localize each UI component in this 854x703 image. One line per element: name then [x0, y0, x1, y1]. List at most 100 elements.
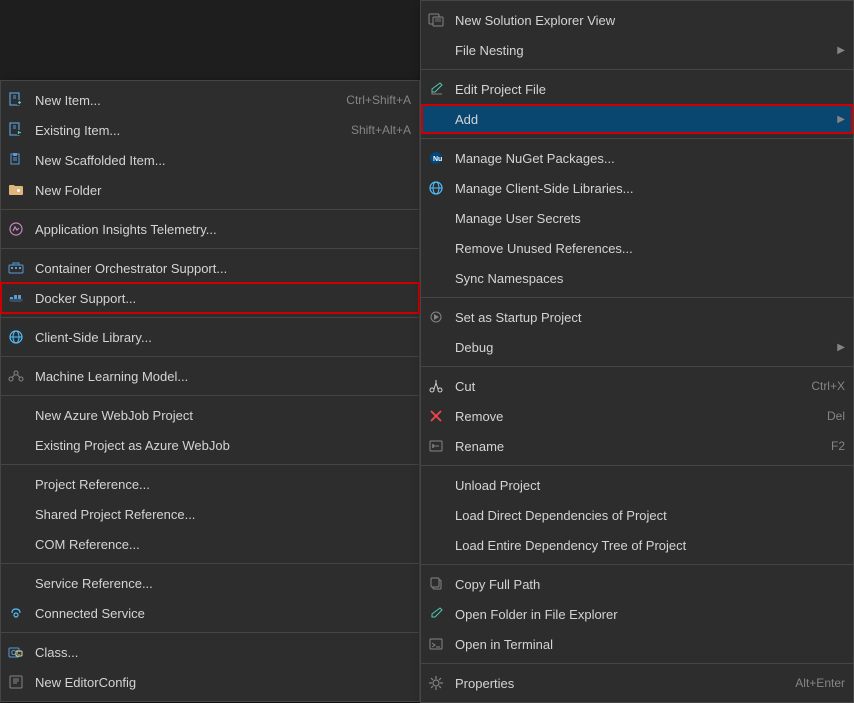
menu-item-open-folder-explorer[interactable]: Open Folder in File Explorer [421, 599, 853, 629]
remove-label: Remove [447, 409, 827, 424]
menu-item-com-reference[interactable]: COM Reference... [1, 529, 419, 559]
ml-model-label: Machine Learning Model... [27, 369, 411, 384]
menu-item-manage-client-libs[interactable]: Manage Client-Side Libraries... [421, 173, 853, 203]
menu-item-file-nesting[interactable]: File Nesting ▶ [421, 35, 853, 65]
svg-text:C: C [17, 651, 21, 657]
separator-r5 [421, 465, 853, 466]
separator-r3 [421, 297, 853, 298]
scaffolded-item-label: New Scaffolded Item... [27, 153, 411, 168]
new-folder-label: New Folder [27, 183, 411, 198]
separator-8 [1, 632, 419, 633]
menu-item-edit-project-file[interactable]: Edit Project File [421, 74, 853, 104]
menu-item-service-reference[interactable]: Service Reference... [1, 568, 419, 598]
debug-arrow: ▶ [837, 342, 845, 353]
set-startup-project-label: Set as Startup Project [447, 310, 845, 325]
menu-item-azure-webjob[interactable]: New Azure WebJob Project [1, 400, 419, 430]
new-solution-explorer-view-label: New Solution Explorer View [447, 13, 845, 28]
menu-item-class[interactable]: C# C Class... [1, 637, 419, 667]
shared-project-reference-label: Shared Project Reference... [27, 507, 411, 522]
menu-item-ml-model[interactable]: Machine Learning Model... [1, 361, 419, 391]
menu-item-app-insights[interactable]: Application Insights Telemetry... [1, 214, 419, 244]
app-insights-label: Application Insights Telemetry... [27, 222, 411, 237]
menu-item-new-solution-explorer-view[interactable]: New Solution Explorer View [421, 5, 853, 35]
menu-item-connected-service[interactable]: Connected Service [1, 598, 419, 628]
azure-webjob-label: New Azure WebJob Project [27, 408, 411, 423]
debug-label: Debug [447, 340, 829, 355]
sync-namespaces-label: Sync Namespaces [447, 271, 845, 286]
docker-icon [5, 287, 27, 309]
open-folder-explorer-icon [425, 603, 447, 625]
menu-item-sync-namespaces[interactable]: Sync Namespaces [421, 263, 853, 293]
separator-1 [1, 209, 419, 210]
load-direct-deps-label: Load Direct Dependencies of Project [447, 508, 845, 523]
menu-item-set-startup-project[interactable]: Set as Startup Project [421, 302, 853, 332]
menu-item-client-side-library[interactable]: Client-Side Library... [1, 322, 419, 352]
menu-item-existing-item[interactable]: Existing Item... Shift+Alt+A [1, 115, 419, 145]
separator-r1 [421, 69, 853, 70]
client-side-library-label: Client-Side Library... [27, 330, 411, 345]
manage-nuget-label: Manage NuGet Packages... [447, 151, 845, 166]
remove-shortcut: Del [827, 409, 845, 423]
new-item-label: New Item... [27, 93, 346, 108]
startup-project-icon [425, 306, 447, 328]
client-side-icon [5, 326, 27, 348]
menu-item-shared-project-reference[interactable]: Shared Project Reference... [1, 499, 419, 529]
menu-item-load-entire-tree[interactable]: Load Entire Dependency Tree of Project [421, 530, 853, 560]
azure-webjob-icon [5, 404, 27, 426]
menu-item-container-orchestrator[interactable]: Container Orchestrator Support... [1, 253, 419, 283]
menu-item-docker-support[interactable]: Docker Support... [1, 283, 419, 313]
menu-item-cut[interactable]: Cut Ctrl+X [421, 371, 853, 401]
new-solution-view-icon [425, 9, 447, 31]
existing-item-icon [5, 119, 27, 141]
menu-item-copy-full-path[interactable]: Copy Full Path [421, 569, 853, 599]
rename-label: Rename [447, 439, 831, 454]
new-folder-icon [5, 179, 27, 201]
menu-item-new-editorconfig[interactable]: New EditorConfig [1, 667, 419, 697]
nuget-icon: Nu [425, 147, 447, 169]
app-insights-icon [5, 218, 27, 240]
existing-item-label: Existing Item... [27, 123, 351, 138]
unload-project-icon [425, 474, 447, 496]
menu-item-manage-user-secrets[interactable]: Manage User Secrets [421, 203, 853, 233]
container-orchestrator-label: Container Orchestrator Support... [27, 261, 411, 276]
separator-4 [1, 356, 419, 357]
open-folder-explorer-label: Open Folder in File Explorer [447, 607, 845, 622]
edit-project-icon [425, 78, 447, 100]
menu-item-open-terminal[interactable]: Open in Terminal [421, 629, 853, 659]
scaffolded-icon [5, 149, 27, 171]
editorconfig-icon [5, 671, 27, 693]
menu-item-new-item[interactable]: New Item... Ctrl+Shift+A [1, 85, 419, 115]
menu-item-add[interactable]: Add ▶ [421, 104, 853, 134]
com-ref-icon [5, 533, 27, 555]
properties-label: Properties [447, 676, 795, 691]
add-arrow: ▶ [837, 114, 845, 125]
menu-item-manage-nuget[interactable]: Nu Manage NuGet Packages... [421, 143, 853, 173]
project-reference-label: Project Reference... [27, 477, 411, 492]
remove-unused-refs-label: Remove Unused References... [447, 241, 845, 256]
menu-item-rename[interactable]: Rename F2 [421, 431, 853, 461]
new-item-icon [5, 89, 27, 111]
file-nesting-label: File Nesting [447, 43, 829, 58]
menu-item-unload-project[interactable]: Unload Project [421, 470, 853, 500]
menu-item-remove-unused-refs[interactable]: Remove Unused References... [421, 233, 853, 263]
menu-item-new-folder[interactable]: New Folder [1, 175, 419, 205]
load-entire-tree-icon [425, 534, 447, 556]
load-entire-tree-label: Load Entire Dependency Tree of Project [447, 538, 845, 553]
ml-icon [5, 365, 27, 387]
rename-shortcut: F2 [831, 439, 845, 453]
menu-item-project-reference[interactable]: Project Reference... [1, 469, 419, 499]
menu-item-remove[interactable]: Remove Del [421, 401, 853, 431]
menu-item-load-direct-deps[interactable]: Load Direct Dependencies of Project [421, 500, 853, 530]
existing-webjob-icon [5, 434, 27, 456]
menu-item-new-scaffolded-item[interactable]: New Scaffolded Item... [1, 145, 419, 175]
menu-item-existing-azure-webjob[interactable]: Existing Project as Azure WebJob [1, 430, 419, 460]
menu-item-properties[interactable]: Properties Alt+Enter [421, 668, 853, 698]
file-nesting-icon [425, 39, 447, 61]
docker-support-label: Docker Support... [27, 291, 411, 306]
properties-icon [425, 672, 447, 694]
new-editorconfig-label: New EditorConfig [27, 675, 411, 690]
menu-item-debug[interactable]: Debug ▶ [421, 332, 853, 362]
copy-full-path-label: Copy Full Path [447, 577, 845, 592]
separator-2 [1, 248, 419, 249]
svg-text:Nu: Nu [433, 156, 442, 163]
